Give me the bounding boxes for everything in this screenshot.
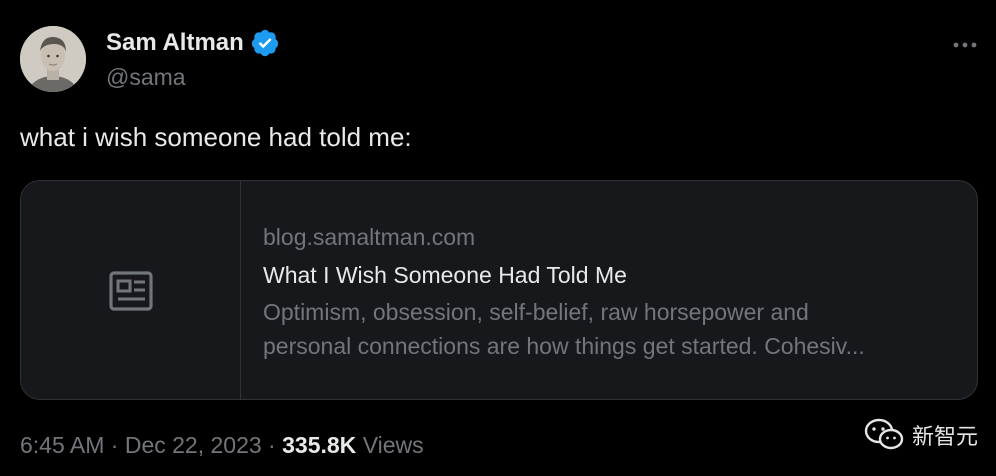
author-handle[interactable]: @sama (106, 62, 186, 92)
tweet-meta: 6:45 AM · Dec 22, 2023 · 335.8K Views (20, 430, 424, 460)
meta-separator: · (261, 432, 283, 458)
link-card-description-line: personal connections are how things get … (263, 333, 865, 359)
link-card-thumbnail[interactable] (21, 181, 241, 399)
link-card-title[interactable]: What I Wish Someone Had Told Me (263, 257, 957, 293)
tweet-text: what i wish someone had told me: (20, 122, 412, 152)
link-card-body[interactable]: blog.samaltman.com What I Wish Someone H… (263, 221, 957, 363)
meta-separator: · (104, 432, 125, 458)
tweet-time[interactable]: 6:45 AM (20, 432, 104, 458)
author-name-row[interactable]: Sam Altman (106, 28, 280, 58)
avatar[interactable] (20, 26, 86, 92)
verified-badge-icon (251, 29, 278, 57)
author-name[interactable]: Sam Altman (106, 28, 244, 58)
watermark-text: 新智元 (911, 425, 978, 450)
link-card[interactable]: blog.samaltman.com What I Wish Someone H… (20, 180, 978, 400)
views-label: Views (362, 432, 424, 458)
link-card-domain: blog.samaltman.com (263, 224, 476, 250)
views-count: 335.8K (282, 432, 357, 458)
tweet-date[interactable]: Dec 22, 2023 (125, 432, 262, 458)
avatar-photo (20, 26, 86, 92)
wechat-icon (864, 418, 904, 450)
link-card-description-line: Optimism, obsession, self-belief, raw ho… (263, 299, 809, 325)
link-card-description: Optimism, obsession, self-belief, raw ho… (263, 295, 957, 363)
more-options-icon[interactable] (952, 38, 978, 52)
watermark: 新智元 (864, 418, 978, 452)
news-article-icon (109, 271, 153, 311)
